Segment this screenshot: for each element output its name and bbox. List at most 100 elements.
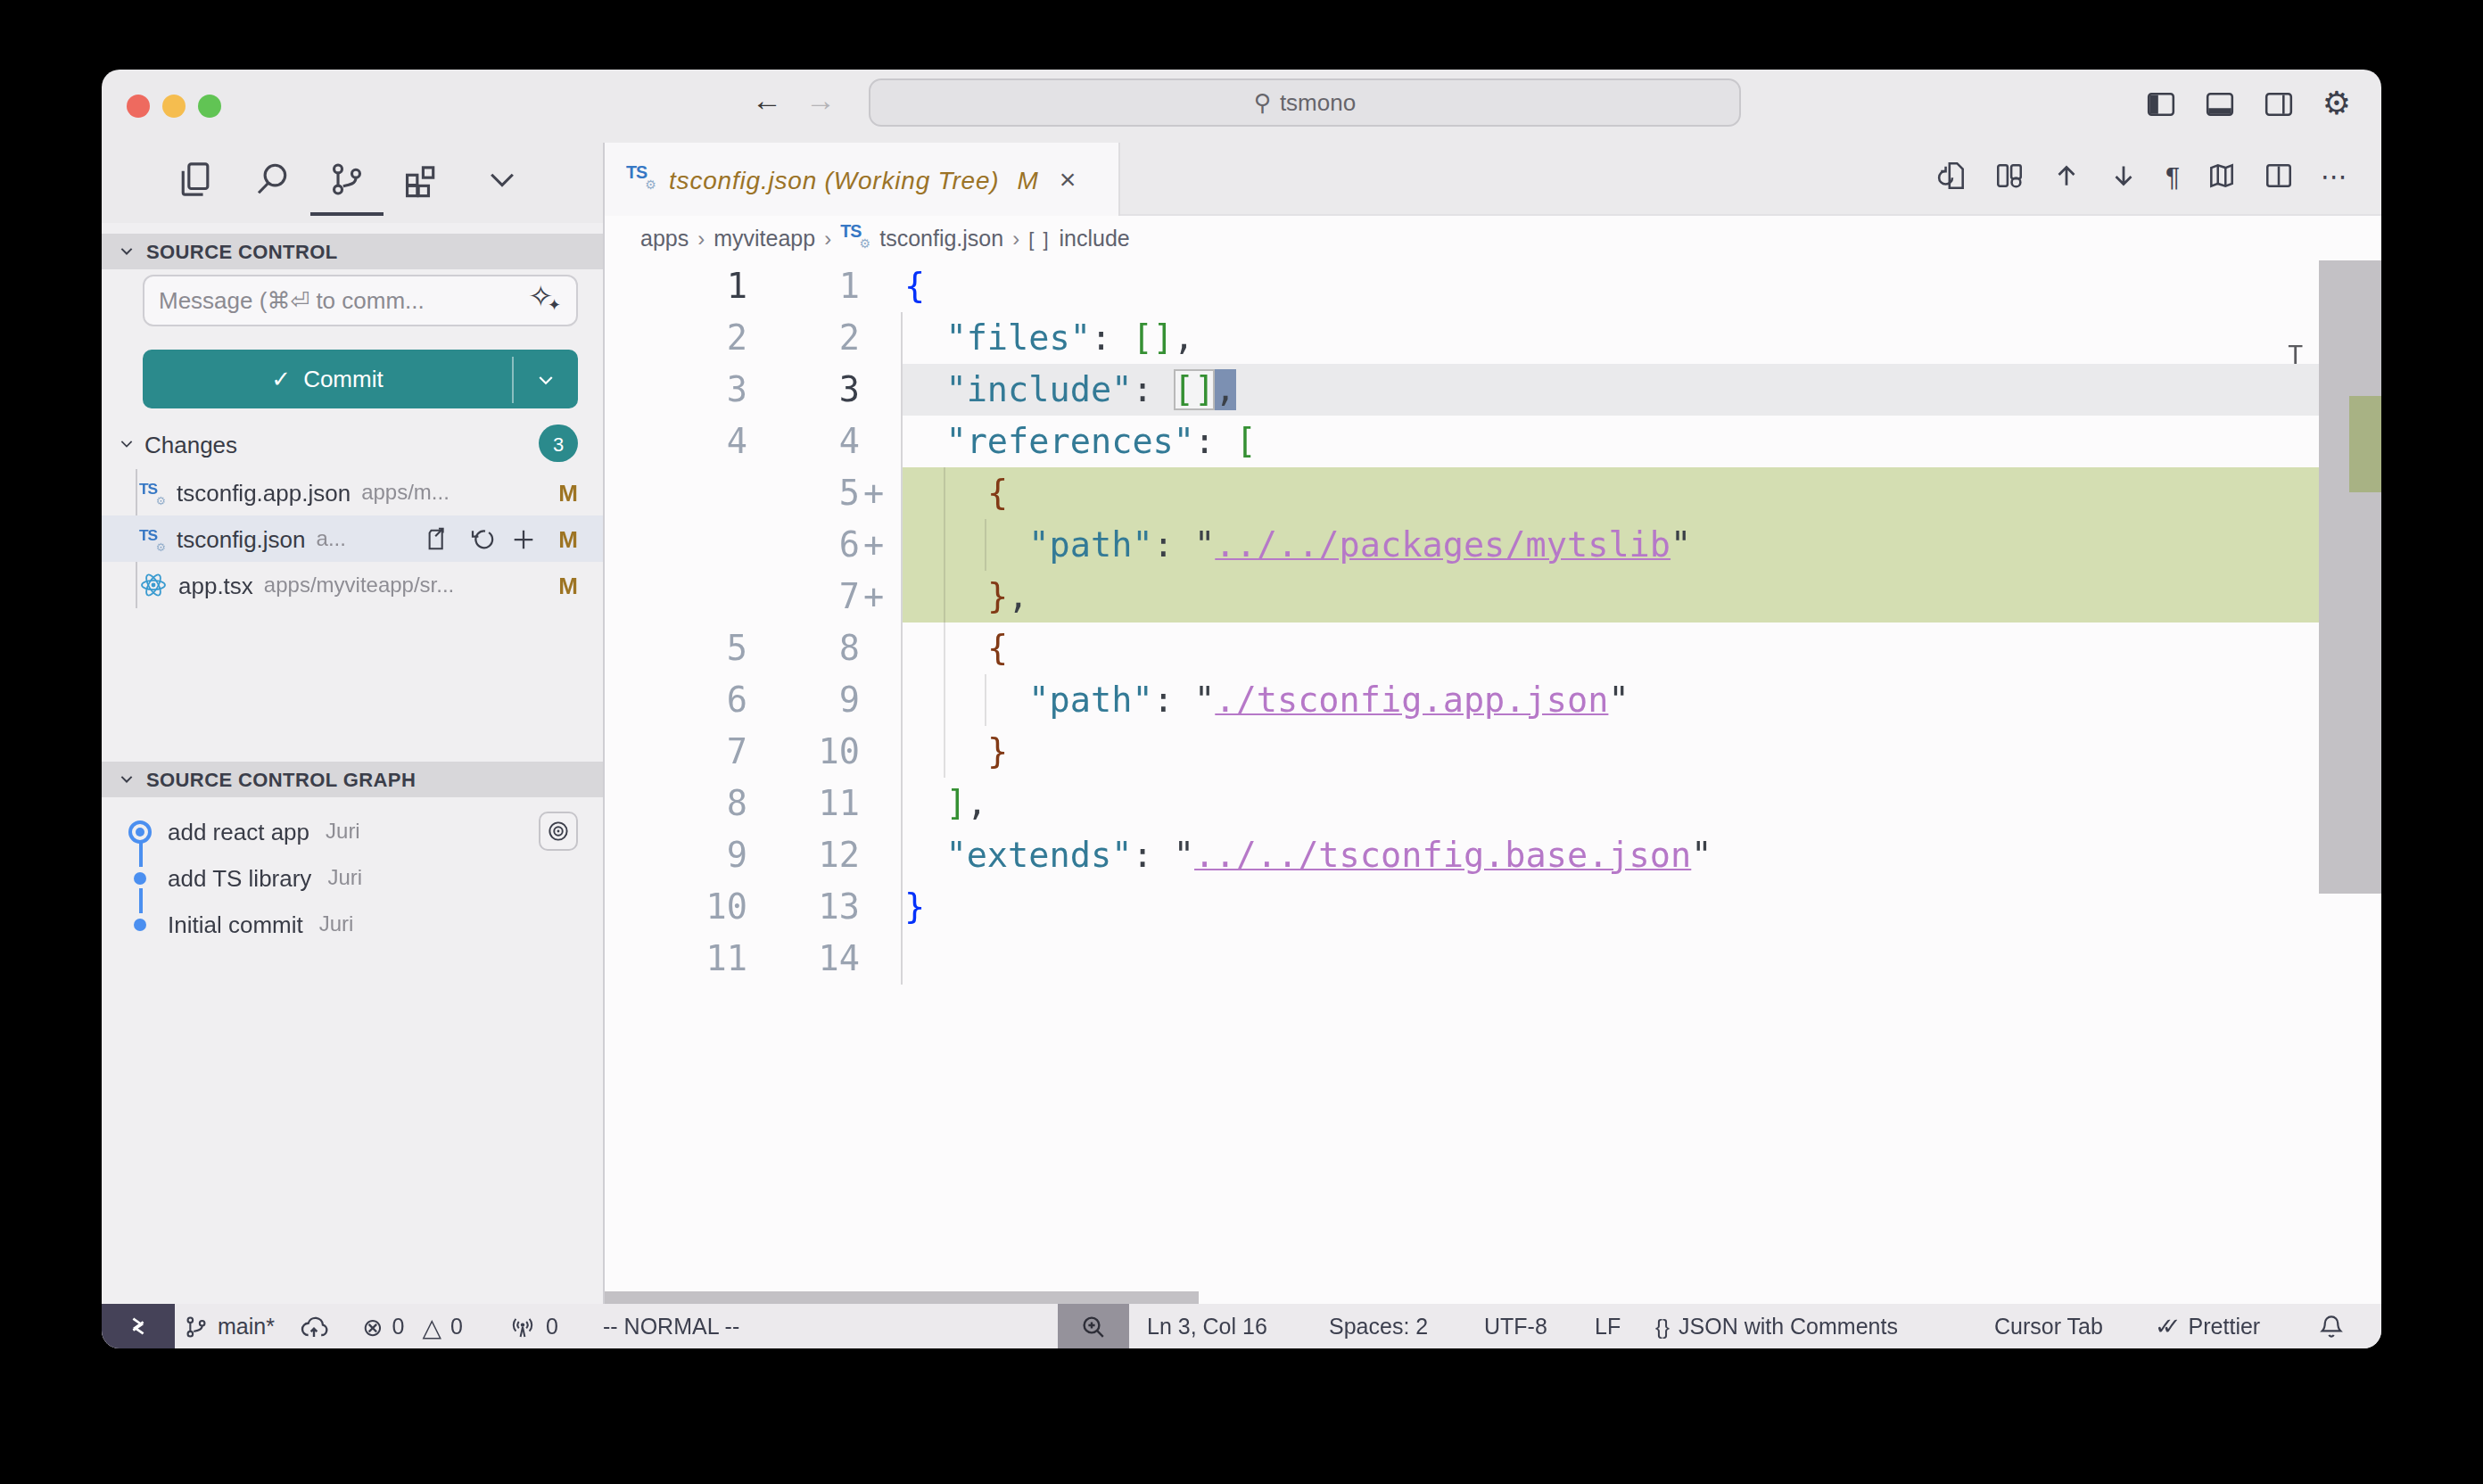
publish-sync-icon[interactable] [300, 1304, 328, 1348]
commit-row[interactable]: add TS libraryJuri [102, 854, 603, 901]
settings-gear-icon[interactable]: ⚙ [2322, 87, 2351, 120]
code-text: "files": [], [903, 312, 1194, 364]
sparkle-ai-icon[interactable]: ✧✦ [528, 284, 562, 317]
icon-glyph: ✓✓ [2155, 1313, 2169, 1340]
commit-row[interactable]: add react appJuri [102, 808, 603, 854]
cursor-position-item[interactable]: Ln 3, Col 16 [1147, 1304, 1267, 1348]
command-center-search[interactable]: ⚲ tsmono [869, 78, 1741, 127]
changes-header[interactable]: Changes 3 [102, 425, 603, 464]
editor-group: TS⚙ tsconfig.json (Working Tree) M × ¶ ⋯ [603, 143, 2381, 1304]
source-control-icon[interactable] [328, 161, 366, 198]
review-changes-icon[interactable] [1994, 161, 2025, 191]
commit-row[interactable]: Initial commitJuri [102, 901, 603, 947]
toggle-primary-sidebar-icon[interactable] [2146, 88, 2176, 119]
active-view-underline [310, 212, 384, 216]
modified-line-number: 2 [747, 312, 860, 364]
goto-current-commit-button[interactable] [539, 812, 578, 851]
breadcrumb-apps[interactable]: apps [640, 226, 689, 251]
more-views-chevron-icon[interactable] [483, 161, 521, 198]
maximize-window-button[interactable] [198, 95, 221, 118]
chevron-down-icon [118, 243, 136, 260]
modified-line-number: 4 [747, 416, 860, 467]
change-file-row[interactable]: app.tsxapps/myviteapp/sr...M [102, 562, 603, 608]
breadcrumb-separator-icon: › [1012, 226, 1019, 251]
diff-added-marker [860, 933, 903, 985]
file-link[interactable]: ../../packages/mytslib [1215, 524, 1670, 565]
breadcrumb-myviteapp[interactable]: myviteapp [714, 226, 815, 251]
stage-changes-icon[interactable] [510, 525, 537, 552]
activity-bar [102, 143, 603, 223]
problems-status-item[interactable]: ⊗0 △0 [362, 1304, 463, 1348]
breadcrumb-include[interactable]: include [1060, 226, 1130, 251]
next-change-icon[interactable] [2108, 161, 2139, 191]
commit-message-input[interactable]: Message (⌘⏎ to comm... ✧✦ [143, 275, 578, 326]
indentation-item[interactable]: Spaces: 2 [1329, 1304, 1428, 1348]
breadcrumb-separator-icon: › [824, 226, 831, 251]
notifications-bell-icon[interactable] [2317, 1304, 2346, 1348]
feedback-status-item[interactable]: 0 [508, 1304, 558, 1348]
sidebar: SOURCE CONTROL Message (⌘⏎ to comm... ✧✦… [102, 143, 603, 1304]
tab-close-icon[interactable]: × [1060, 163, 1077, 195]
close-window-button[interactable] [127, 95, 150, 118]
modified-line-number: 9 [747, 674, 860, 726]
code-line: 1013} [605, 881, 2381, 933]
commit-dropdown-button[interactable] [514, 368, 578, 390]
code-line: 22 "files": [], [605, 312, 2381, 364]
horizontal-scrollbar-thumb[interactable] [605, 1291, 1199, 1304]
open-file-icon[interactable] [425, 525, 451, 552]
explorer-icon[interactable] [178, 161, 216, 198]
more-actions-icon[interactable]: ⋯ [2321, 161, 2347, 190]
language-mode-item[interactable]: {}JSON with Comments [1655, 1304, 1898, 1348]
commit-button[interactable]: ✓Commit [143, 350, 578, 408]
changes-file-list: TS⚙tsconfig.app.jsonapps/m...MTS⚙tsconfi… [102, 469, 603, 608]
tab-modified-badge: M [1017, 165, 1037, 194]
file-link[interactable]: ../../tsconfig.base.json [1194, 835, 1691, 876]
change-file-row[interactable]: TS⚙tsconfig.jsona...M [102, 515, 603, 562]
discard-changes-icon[interactable] [467, 525, 494, 552]
editor-scrollbar-thumb[interactable] [2319, 260, 2381, 894]
extensions-icon[interactable] [401, 161, 439, 198]
code-text: "path": "../../packages/mytslib" [903, 519, 1691, 571]
source-control-graph-section-header[interactable]: SOURCE CONTROL GRAPH [102, 762, 603, 797]
search-icon: ⚲ [1254, 89, 1271, 116]
navigate-forward-button[interactable]: → [801, 84, 840, 120]
navigate-back-button[interactable]: ← [747, 84, 787, 120]
breadcrumb-tsconfig[interactable]: tsconfig.json [879, 226, 1003, 251]
change-file-row[interactable]: TS⚙tsconfig.app.jsonapps/m...M [102, 469, 603, 515]
tab-tsconfig-json[interactable]: TS⚙ tsconfig.json (Working Tree) M × [605, 143, 1120, 216]
open-changes-icon[interactable] [1937, 161, 1967, 191]
titlebar: ← → ⚲ tsmono ⚙ [102, 70, 2381, 143]
eol-item[interactable]: LF [1595, 1304, 1621, 1348]
commit-message: Initial commit [168, 911, 303, 937]
diff-added-marker [860, 778, 903, 829]
encoding-item[interactable]: UTF-8 [1484, 1304, 1547, 1348]
diff-added-marker [860, 416, 903, 467]
status-bar-icon [1079, 1312, 1108, 1340]
cursor-tab-item[interactable]: Cursor Tab [1994, 1304, 2103, 1348]
modified-line-number: 13 [747, 881, 860, 933]
breadcrumbs: apps › myviteapp › TS⚙ tsconfig.json › [… [605, 216, 2381, 260]
formatter-item[interactable]: ✓✓Prettier [2155, 1304, 2260, 1348]
toggle-panel-icon[interactable] [2205, 88, 2235, 119]
split-editor-icon[interactable] [2264, 161, 2294, 191]
search-icon[interactable] [253, 161, 291, 198]
branch-status-item[interactable]: main* [184, 1304, 275, 1348]
diff-added-marker [860, 364, 903, 416]
diff-added-marker [860, 726, 903, 778]
previous-change-icon[interactable] [2051, 161, 2082, 191]
minimize-window-button[interactable] [162, 95, 186, 118]
zoom-status-icon[interactable] [1058, 1304, 1129, 1348]
toggle-secondary-sidebar-icon[interactable] [2264, 88, 2294, 119]
status-bar-icon [2317, 1312, 2346, 1340]
remote-indicator[interactable] [102, 1304, 175, 1348]
file-path: a... [317, 526, 425, 551]
file-path: apps/myviteapp/sr... [264, 573, 551, 598]
vim-mode-indicator[interactable]: -- NORMAL -- [603, 1304, 739, 1348]
code-lines: 11{22 "files": [],33 "include": [],44 "r… [605, 260, 2381, 985]
code-text: } [903, 726, 1008, 778]
map-icon[interactable] [2207, 161, 2237, 191]
diff-editor[interactable]: 11{22 "files": [],33 "include": [],44 "r… [605, 260, 2381, 1304]
toggle-whitespace-icon[interactable]: ¶ [2165, 161, 2180, 190]
file-link[interactable]: ./tsconfig.app.json [1215, 680, 1608, 721]
source-control-section-header[interactable]: SOURCE CONTROL [102, 234, 603, 269]
